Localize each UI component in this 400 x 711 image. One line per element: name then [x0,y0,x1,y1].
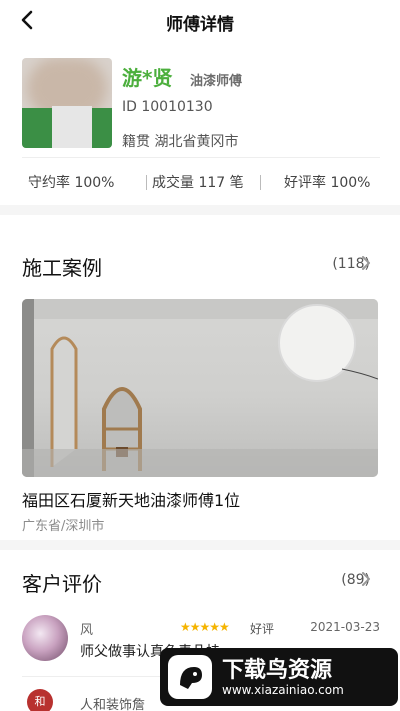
watermark-logo-icon [168,655,212,699]
chevron-right-icon[interactable] [361,256,371,270]
reviewer-avatar: 和 [27,689,53,711]
case-photo[interactable] [22,299,378,477]
section-gap [0,205,400,215]
reviews-section-title: 客户评价 [22,572,102,596]
stat-separator [146,175,147,190]
reviewer-avatar [22,615,68,661]
section-gap [0,540,400,550]
profile-divider [22,157,380,158]
stat-on-time-rate: 守约率 100% [28,175,115,191]
reviewer-name: 人和装饰詹 [80,698,146,711]
star-rating: ★★★★★ [180,620,230,634]
stat-deal-count: 成交量 117 笔 [152,175,244,191]
page-title: 师傅详情 [166,15,234,35]
rating-label: 好评 [250,622,275,636]
watermark-title: 下载鸟资源 [222,658,333,683]
worker-id: ID 10010130 [122,99,213,115]
worker-hometown: 籍贯 湖北省黄冈市 [122,134,239,150]
worker-avatar [22,58,112,148]
chevron-right-icon[interactable] [361,572,371,586]
case-photo-illustration [22,299,378,477]
worker-role: 油漆师傅 [190,74,243,89]
review-date: 2021-03-23 [310,620,380,634]
stats-row: 守约率 100% 成交量 117 笔 好评率 100% [22,172,380,194]
stat-positive-rate: 好评率 100% [284,175,371,191]
cases-section-title: 施工案例 [22,256,102,280]
watermark-url: www.xiazainiao.com [222,683,344,697]
top-bar: 师傅详情 [0,0,400,40]
case-location: 广东省/深圳市 [22,519,105,534]
reviewer-name: 风 [80,623,94,638]
case-title[interactable]: 福田区石厦新天地油漆师傅1位 [22,487,240,511]
worker-name: 游*贤 [122,66,173,90]
stat-separator [260,175,261,190]
watermark-badge: 下载鸟资源 www.xiazainiao.com [160,648,398,706]
